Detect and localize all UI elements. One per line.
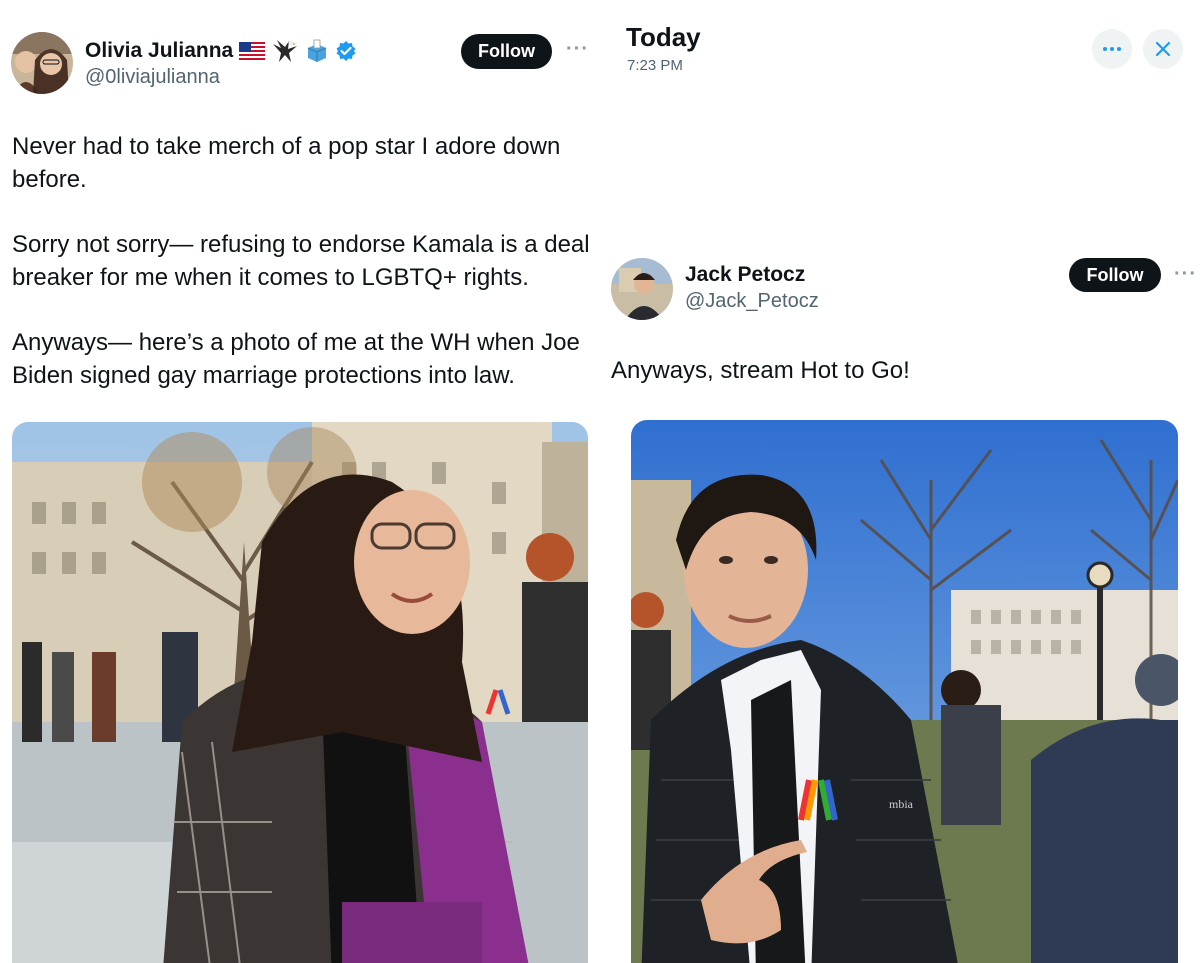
eagle-icon	[271, 38, 299, 64]
tweet-body: Anyways, stream Hot to Go!	[611, 357, 910, 384]
verified-badge-icon	[335, 40, 357, 62]
conversation-time: 7:23 PM	[627, 57, 683, 74]
follow-button[interactable]: Follow	[461, 34, 552, 69]
author-handle[interactable]: @0liviajulianna	[85, 66, 220, 89]
jack-name-row: Jack Petocz	[685, 263, 805, 287]
author-name[interactable]: Jack Petocz	[685, 263, 805, 287]
jacket-logo-text: mbia	[889, 797, 914, 811]
author-name[interactable]: Olivia Julianna	[85, 39, 233, 63]
tweet-photo[interactable]: mbia	[631, 420, 1178, 963]
tweet-photo[interactable]	[12, 422, 588, 963]
more-options-icon[interactable]	[1092, 29, 1132, 69]
tweet-paragraph: Never had to take merch of a pop star I …	[12, 133, 561, 193]
us-flag-icon	[239, 42, 266, 60]
jack-avatar[interactable]	[611, 258, 673, 320]
follow-button[interactable]: Follow	[1069, 258, 1161, 292]
tweet-paragraph: Sorry not sorry— refusing to endorse Kam…	[12, 231, 590, 291]
tweet-paragraph: Anyways— here’s a photo of me at the WH …	[12, 329, 580, 389]
more-options-icon[interactable]: ···	[566, 38, 589, 61]
tweet-body: Never had to take merch of a pop star I …	[12, 130, 592, 424]
olivia-avatar[interactable]	[11, 32, 73, 94]
right-tweet-panel: Today 7:23 PM Jack Petocz @Jack_Petocz F…	[598, 0, 1200, 963]
tweet-more-options-icon[interactable]: ···	[1174, 263, 1197, 286]
left-tweet-panel: Olivia Julianna @0liviajulianna Follow ·…	[0, 0, 598, 963]
conversation-title: Today	[626, 22, 701, 52]
close-icon[interactable]	[1143, 29, 1183, 69]
ballot-box-icon	[305, 39, 329, 63]
author-handle[interactable]: @Jack_Petocz	[685, 290, 819, 313]
olivia-name-row: Olivia Julianna	[85, 38, 357, 64]
